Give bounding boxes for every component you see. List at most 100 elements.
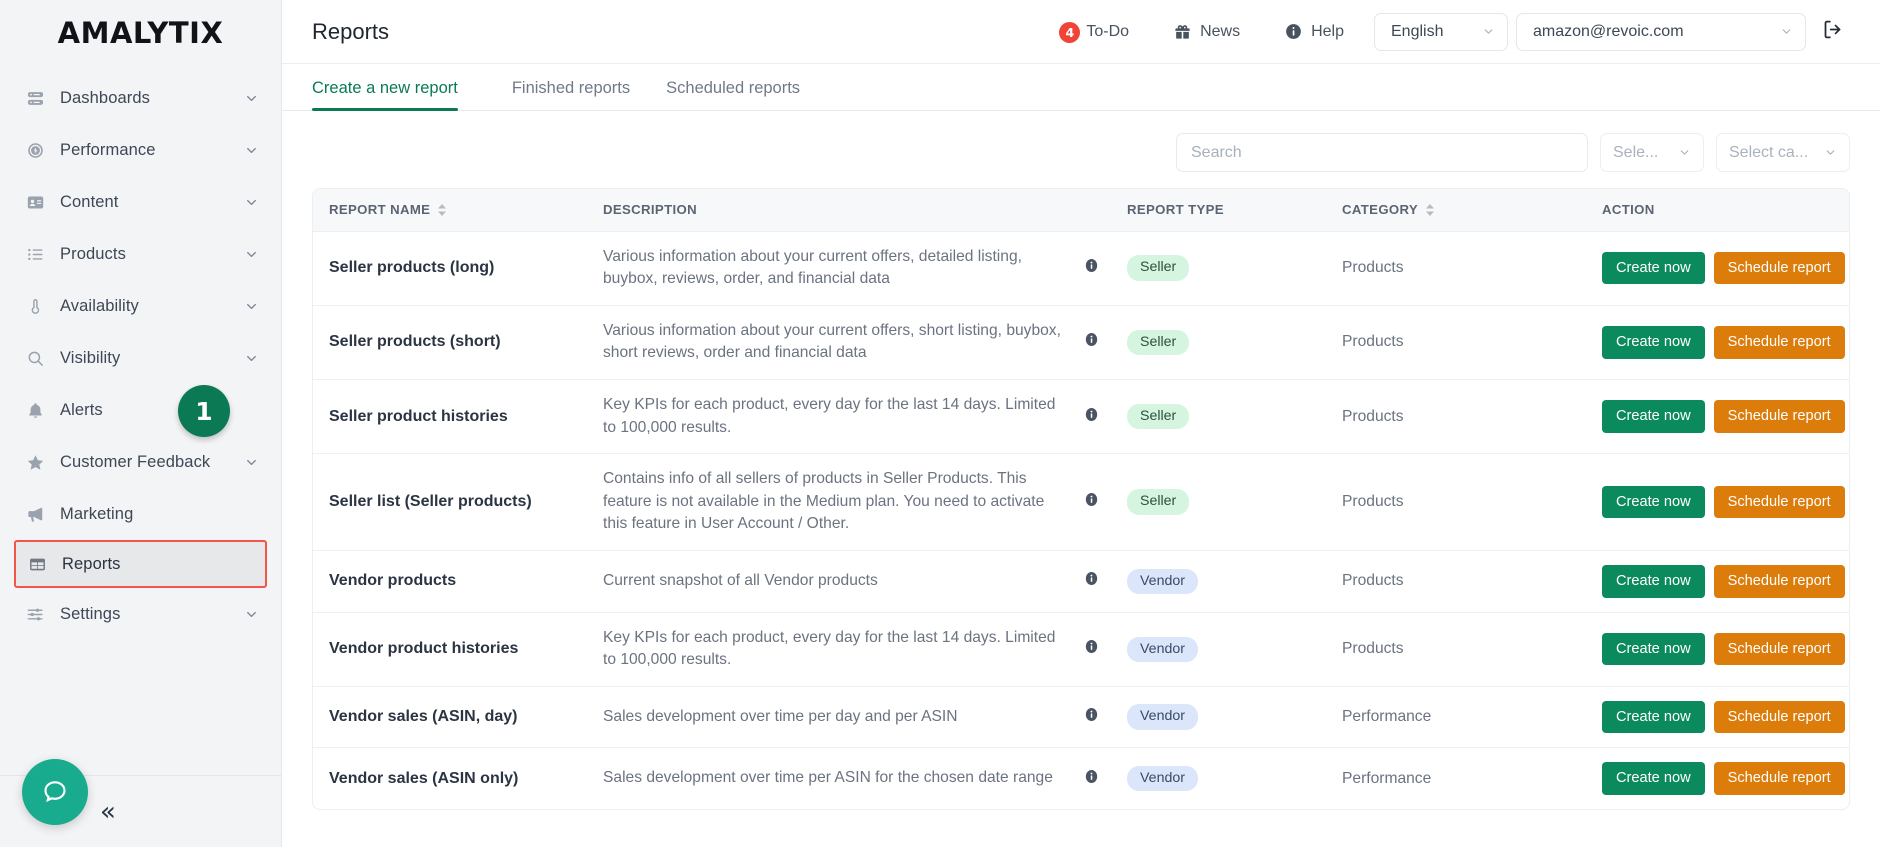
chevron-down-icon[interactable] <box>244 143 259 158</box>
top-bar-actions: 4 To-Do News <box>1037 12 1858 52</box>
status-badge: Vendor <box>1127 569 1198 594</box>
report-type-filter[interactable]: Sele... <box>1600 133 1704 172</box>
sidebar-item-visibility[interactable]: Visibility <box>0 332 281 384</box>
search-input[interactable] <box>1176 133 1588 172</box>
chevron-down-icon[interactable] <box>244 247 259 262</box>
column-label: CATEGORY <box>1342 202 1418 217</box>
collapse-sidebar-button[interactable]: « <box>100 799 116 825</box>
sidebar-item-reports[interactable]: Reports <box>14 540 267 588</box>
create-now-button[interactable]: Create now <box>1602 326 1705 359</box>
schedule-report-button[interactable]: Schedule report <box>1714 565 1845 598</box>
info-circle-icon[interactable] <box>1083 570 1100 587</box>
sort-icon[interactable] <box>437 203 447 217</box>
chevron-down-icon[interactable] <box>244 351 259 366</box>
sidebar-item-settings[interactable]: Settings <box>0 588 281 640</box>
column-header-action: ACTION <box>1602 189 1849 231</box>
status-badge: Seller <box>1127 489 1189 514</box>
tab-scheduled-reports[interactable]: Scheduled reports <box>648 79 818 110</box>
create-now-button[interactable]: Create now <box>1602 486 1705 519</box>
table-row: Seller list (Seller products)Contains in… <box>313 454 1849 551</box>
account-select[interactable]: amazon@revoic.com <box>1516 13 1806 51</box>
status-badge: Vendor <box>1127 766 1198 791</box>
schedule-report-button[interactable]: Schedule report <box>1714 701 1845 734</box>
page-title: Reports <box>312 19 389 45</box>
sidebar-item-products[interactable]: Products <box>0 228 281 280</box>
sidebar-item-availability[interactable]: Availability <box>0 280 281 332</box>
info-circle-icon[interactable] <box>1083 257 1100 274</box>
chat-bubble-icon[interactable] <box>22 759 88 825</box>
cell-report-type: Vendor <box>1127 686 1342 748</box>
cell-report-name: Vendor products <box>313 550 603 612</box>
create-now-button[interactable]: Create now <box>1602 400 1705 433</box>
news-button[interactable]: News <box>1151 22 1262 41</box>
table-row: Seller product historiesKey KPIs for eac… <box>313 379 1849 453</box>
info-circle-icon[interactable] <box>1083 491 1100 508</box>
info-circle-icon[interactable] <box>1083 406 1100 423</box>
language-value: English <box>1391 23 1443 41</box>
sidebar-item-label: Alerts <box>60 401 103 420</box>
info-circle-icon[interactable] <box>1083 331 1100 348</box>
schedule-report-button[interactable]: Schedule report <box>1714 633 1845 666</box>
sidebar-item-label: Availability <box>60 297 139 316</box>
sidebar-item-content[interactable]: Content <box>0 176 281 228</box>
tab-create-a-new-report[interactable]: Create a new report <box>312 79 476 110</box>
cell-info <box>1083 612 1127 686</box>
cell-info <box>1083 379 1127 453</box>
cell-info <box>1083 748 1127 809</box>
chevron-down-icon[interactable] <box>244 195 259 210</box>
info-circle-icon[interactable] <box>1083 638 1100 655</box>
schedule-report-button[interactable]: Schedule report <box>1714 400 1845 433</box>
cell-description: Various information about your current o… <box>603 305 1083 379</box>
schedule-report-button[interactable]: Schedule report <box>1714 486 1845 519</box>
tab-finished-reports[interactable]: Finished reports <box>494 79 648 110</box>
schedule-report-button[interactable]: Schedule report <box>1714 326 1845 359</box>
chevron-down-icon[interactable] <box>244 299 259 314</box>
cell-action: Create now Schedule report <box>1602 748 1849 809</box>
sidebar-item-label: Marketing <box>60 505 133 524</box>
sidebar-item-performance[interactable]: Performance <box>0 124 281 176</box>
column-header-report-name[interactable]: REPORT NAME <box>313 189 603 231</box>
account-value: amazon@revoic.com <box>1533 23 1684 41</box>
chevron-down-icon[interactable] <box>244 607 259 622</box>
logout-icon <box>1822 19 1843 45</box>
chevron-down-icon[interactable] <box>244 91 259 106</box>
category-filter[interactable]: Select ca... <box>1716 133 1850 172</box>
cell-report-type: Vendor <box>1127 550 1342 612</box>
create-now-button[interactable]: Create now <box>1602 701 1705 734</box>
help-label: Help <box>1311 23 1344 41</box>
language-select[interactable]: English <box>1374 13 1508 51</box>
info-circle-icon <box>1284 22 1303 41</box>
chevron-down-icon <box>1824 146 1837 159</box>
sidebar-item-customer-feedback[interactable]: Customer Feedback <box>0 436 281 488</box>
todo-button[interactable]: 4 To-Do <box>1037 22 1151 41</box>
sidebar-item-alerts[interactable]: Alerts <box>0 384 281 436</box>
logout-button[interactable] <box>1806 12 1858 52</box>
cell-description: Various information about your current o… <box>603 231 1083 305</box>
column-label: DESCRIPTION <box>603 202 697 217</box>
create-now-button[interactable]: Create now <box>1602 565 1705 598</box>
info-circle-icon[interactable] <box>1083 768 1100 785</box>
chevron-down-icon[interactable] <box>244 455 259 470</box>
schedule-report-button[interactable]: Schedule report <box>1714 762 1845 795</box>
column-header-category[interactable]: CATEGORY <box>1342 189 1602 231</box>
table-row: Vendor productsCurrent snapshot of all V… <box>313 550 1849 612</box>
cell-report-type: Seller <box>1127 305 1342 379</box>
column-header-report-type: REPORT TYPE <box>1127 189 1342 231</box>
sort-icon[interactable] <box>1425 203 1435 217</box>
gauge-icon <box>24 139 46 161</box>
sidebar-item-marketing[interactable]: Marketing <box>0 488 281 540</box>
cell-description: Sales development over time per day and … <box>603 686 1083 748</box>
help-button[interactable]: Help <box>1262 22 1366 41</box>
brand-logo-text: AMALYTIX <box>58 16 224 50</box>
table-head: REPORT NAME DESCRIPTION <box>313 189 1849 231</box>
create-now-button[interactable]: Create now <box>1602 252 1705 285</box>
table-row: Vendor sales (ASIN, day)Sales developmen… <box>313 686 1849 748</box>
info-circle-icon[interactable] <box>1083 706 1100 723</box>
chevron-down-icon <box>1678 146 1691 159</box>
schedule-report-button[interactable]: Schedule report <box>1714 252 1845 285</box>
cell-category: Performance <box>1342 748 1602 809</box>
create-now-button[interactable]: Create now <box>1602 633 1705 666</box>
table-row: Vendor sales (ASIN only)Sales developmen… <box>313 748 1849 809</box>
create-now-button[interactable]: Create now <box>1602 762 1705 795</box>
sidebar-item-dashboards[interactable]: Dashboards <box>0 72 281 124</box>
